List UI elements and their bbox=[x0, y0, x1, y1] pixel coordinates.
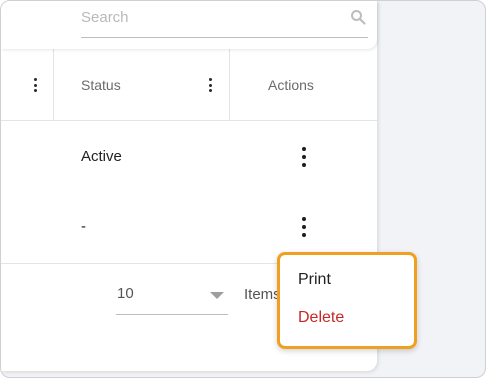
page-size-value: 10 bbox=[117, 285, 134, 302]
caret-down-icon bbox=[210, 292, 224, 299]
row-actions-icon[interactable] bbox=[299, 147, 309, 169]
column-menu-icon[interactable] bbox=[32, 78, 38, 92]
menu-item-print[interactable]: Print bbox=[298, 271, 331, 289]
app-window: Status Actions Active - 10 Items per bbox=[0, 0, 486, 378]
row-context-menu: Print Delete bbox=[277, 252, 417, 349]
column-divider[interactable] bbox=[53, 49, 54, 121]
search-input[interactable] bbox=[81, 5, 331, 29]
column-header-status[interactable]: Status bbox=[81, 77, 121, 93]
column-divider[interactable] bbox=[229, 49, 230, 121]
status-cell: - bbox=[81, 218, 86, 235]
toolbar bbox=[1, 1, 377, 49]
search-icon[interactable] bbox=[350, 9, 366, 25]
menu-item-delete[interactable]: Delete bbox=[298, 309, 344, 327]
status-cell: Active bbox=[81, 148, 122, 165]
row-actions-icon[interactable] bbox=[299, 217, 309, 239]
table-header: Status Actions bbox=[1, 49, 377, 121]
search-box bbox=[81, 1, 368, 38]
column-header-actions: Actions bbox=[268, 77, 314, 93]
status-column-menu-icon[interactable] bbox=[207, 78, 213, 92]
page-size-select[interactable]: 10 bbox=[116, 281, 228, 315]
table-row[interactable]: Active bbox=[1, 122, 377, 192]
